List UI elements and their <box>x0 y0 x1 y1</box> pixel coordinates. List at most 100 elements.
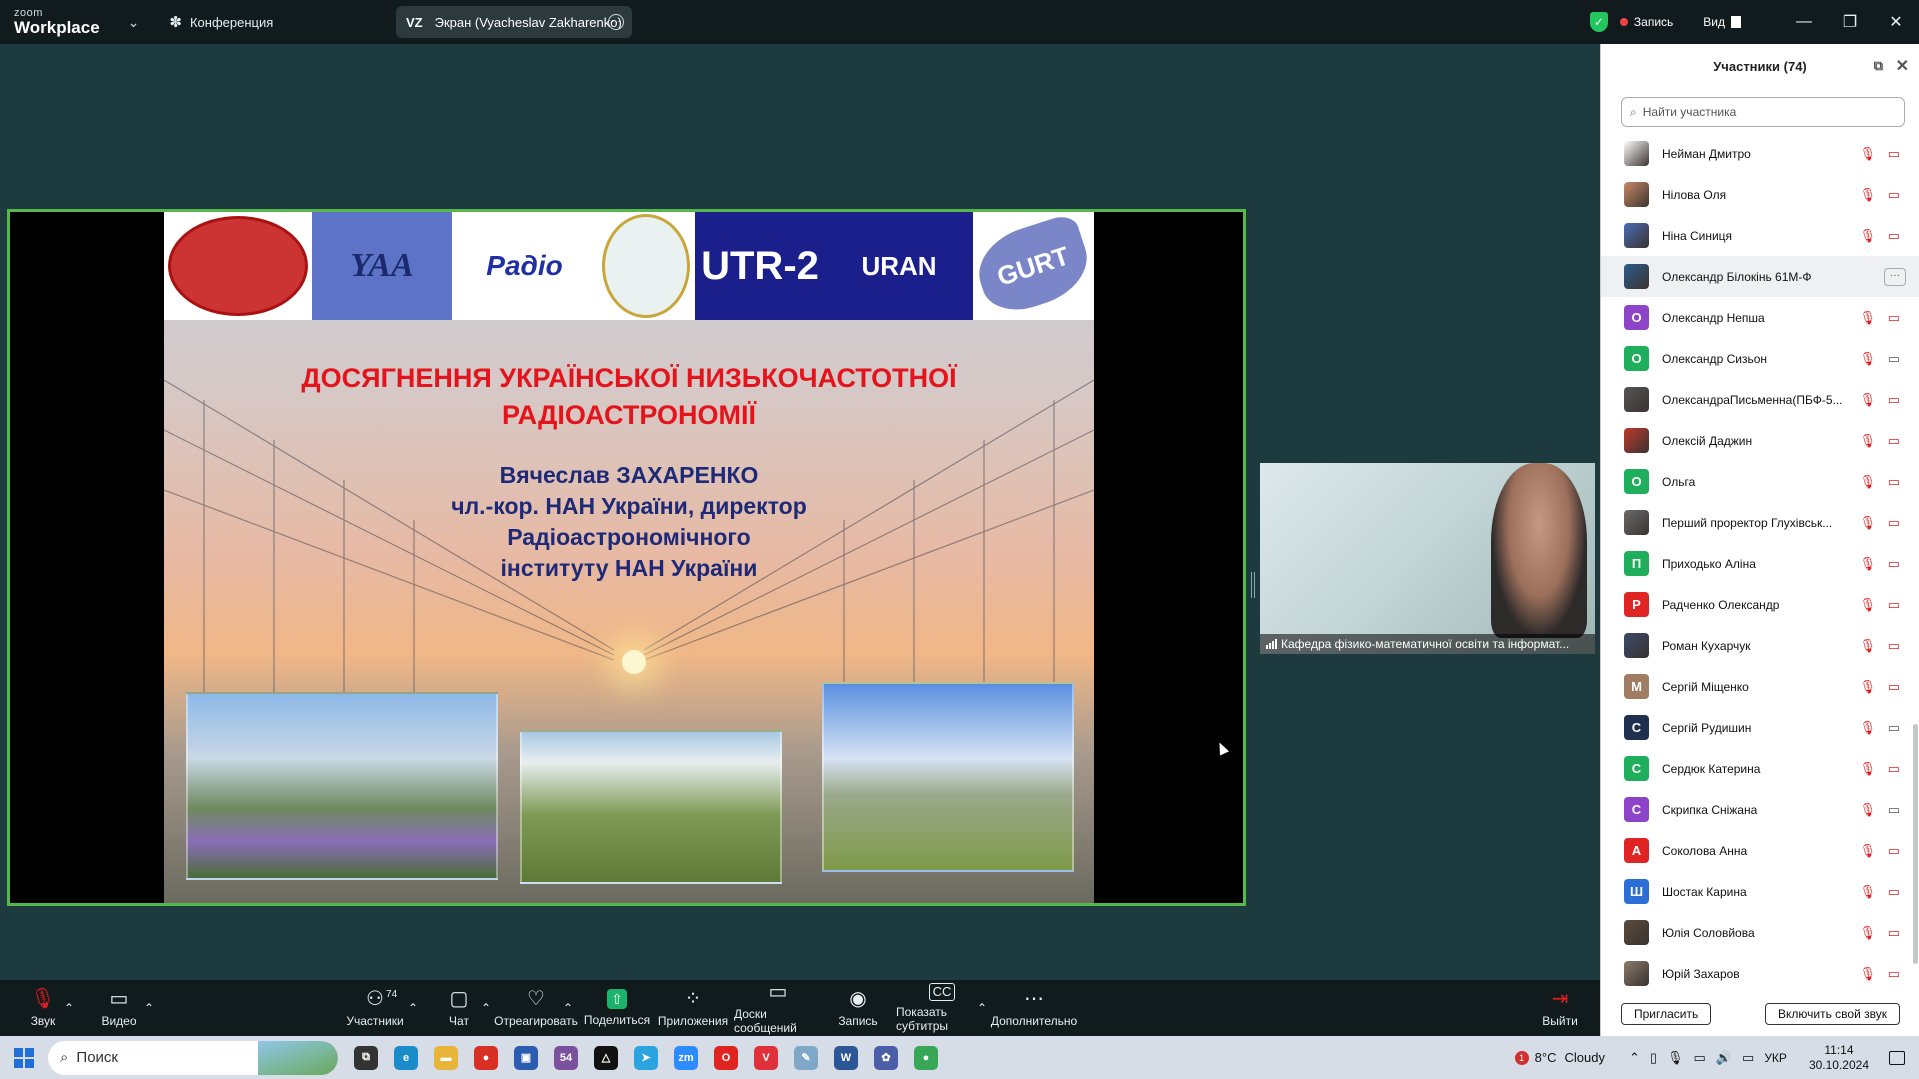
apps-button[interactable]: ⁘ Приложения <box>658 980 728 1036</box>
participant-row[interactable]: О Ольга 🎙 ▭ <box>1601 461 1919 502</box>
video-off-icon[interactable]: ▭ <box>1888 474 1900 490</box>
video-off-icon[interactable]: ▭ <box>1888 228 1900 244</box>
muted-microphone-icon[interactable]: 🎙 <box>1859 884 1876 900</box>
muted-microphone-icon[interactable]: 🎙 <box>1859 720 1876 736</box>
taskbar-app-word[interactable]: W <box>826 1041 866 1075</box>
volume-icon[interactable]: 🔊 <box>1716 1050 1732 1066</box>
video-camera-icon[interactable]: ▭ <box>1888 720 1900 736</box>
muted-microphone-icon[interactable]: 🎙 <box>1859 146 1876 162</box>
muted-microphone-icon[interactable]: 🎙 <box>1859 474 1876 490</box>
video-off-icon[interactable]: ▭ <box>1888 638 1900 654</box>
invite-button[interactable]: Пригласить <box>1621 1003 1712 1025</box>
video-off-icon[interactable]: ▭ <box>1888 433 1900 449</box>
taskbar-app-opera[interactable]: O <box>706 1041 746 1075</box>
participant-row[interactable]: Ніна Синиця 🎙 ▭ <box>1601 215 1919 256</box>
participant-row[interactable]: М Сергій Міщенко 🎙 ▭ <box>1601 666 1919 707</box>
video-camera-icon[interactable]: ▭ <box>1888 802 1900 818</box>
participant-more-button[interactable]: ··· <box>1884 267 1906 286</box>
video-off-icon[interactable]: ▭ <box>1888 925 1900 941</box>
muted-microphone-icon[interactable]: 🎙 <box>1859 679 1876 695</box>
participant-row[interactable]: С Сергій Рудишин 🎙 ▭ <box>1601 707 1919 748</box>
participants-button[interactable]: ⚇ 74 Участники <box>340 980 410 1036</box>
participant-row[interactable]: Нілова Оля 🎙 ▭ <box>1601 174 1919 215</box>
video-options-chevron-icon[interactable]: ⌃ <box>144 980 154 1036</box>
taskbar-app-chrome-profile[interactable]: ● <box>906 1041 946 1075</box>
whiteboards-button[interactable]: ▭ Доски сообщений <box>734 980 822 1036</box>
muted-microphone-icon[interactable]: 🎙 <box>1859 761 1876 777</box>
muted-microphone-icon[interactable]: 🎙 <box>1859 351 1876 367</box>
participant-row[interactable]: Перший проректор Глухівськ... 🎙 ▭ <box>1601 502 1919 543</box>
leave-meeting-button[interactable]: ⇥ Выйти <box>1535 980 1585 1036</box>
react-button[interactable]: ♡ Отреагировать <box>494 980 578 1036</box>
video-off-icon[interactable]: ▭ <box>1888 679 1900 695</box>
taskbar-app-triangle-app[interactable]: △ <box>586 1041 626 1075</box>
participant-row[interactable]: Нейман Дмитро 🎙 ▭ <box>1601 133 1919 174</box>
microphone-icon[interactable]: 🎙 <box>1667 1050 1684 1066</box>
taskbar-app-zoom[interactable]: zm <box>666 1041 706 1075</box>
participant-row[interactable]: Роман Кухарчук 🎙 ▭ <box>1601 625 1919 666</box>
participant-list[interactable]: Нейман Дмитро 🎙 ▭ Нілова Оля 🎙 ▭ Ніна Синиця 🎙 ▭… <box>1601 133 1919 994</box>
more-button[interactable]: ⋯ Дополнительно <box>991 980 1077 1036</box>
video-off-icon[interactable]: ▭ <box>1888 884 1900 900</box>
meeting-info-button[interactable]: ✽ Конференция <box>169 13 273 31</box>
participant-row[interactable]: С Скрипка Сніжана 🎙 ▭ <box>1601 789 1919 830</box>
chevron-up-icon[interactable]: ⌃ <box>1629 1050 1640 1066</box>
shared-screen[interactable]: YAA Радіо UTR-2 URAN GURT ДОСЯГНЕННЯ УКР… <box>7 209 1246 906</box>
view-grid-icon[interactable] <box>1731 16 1741 28</box>
video-off-icon[interactable]: ▭ <box>1888 556 1900 572</box>
muted-microphone-icon[interactable]: 🎙 <box>1859 966 1876 982</box>
muted-microphone-icon[interactable]: 🎙 <box>1859 310 1876 326</box>
taskbar-app-save[interactable]: ▣ <box>506 1041 546 1075</box>
muted-microphone-icon[interactable]: 🎙 <box>1859 515 1876 531</box>
video-off-icon[interactable]: ▭ <box>1888 515 1900 531</box>
taskbar-app-vivaldi[interactable]: V <box>746 1041 786 1075</box>
show-captions-button[interactable]: CC Показать субтитры <box>896 980 988 1036</box>
participant-row[interactable]: О Олександр Сизьон 🎙 ▭ <box>1601 338 1919 379</box>
split-resize-handle[interactable] <box>1251 572 1255 598</box>
taskbar-app-telegram[interactable]: ➤ <box>626 1041 666 1075</box>
close-panel-icon[interactable]: ✕ <box>1896 56 1909 76</box>
react-options-chevron-icon[interactable]: ⌃ <box>563 980 573 1036</box>
video-off-icon[interactable]: ▭ <box>1888 310 1900 326</box>
muted-microphone-icon[interactable]: 🎙 <box>1859 556 1876 572</box>
video-off-icon[interactable]: ▭ <box>1888 761 1900 777</box>
muted-microphone-icon[interactable]: 🎙 <box>1859 187 1876 203</box>
muted-microphone-icon[interactable]: 🎙 <box>1859 802 1876 818</box>
video-camera-icon[interactable]: ▭ <box>1888 351 1900 367</box>
taskbar-search-box[interactable]: ⌕ Поиск <box>48 1040 338 1075</box>
muted-microphone-icon[interactable]: 🎙 <box>1859 392 1876 408</box>
restore-button[interactable]: ❐ <box>1827 12 1873 32</box>
device-icon[interactable]: ▯ <box>1650 1050 1657 1066</box>
taskbar-app-task-view[interactable]: ⧉ <box>346 1041 386 1075</box>
chat-options-chevron-icon[interactable]: ⌃ <box>481 980 491 1036</box>
zoom-workplace-logo[interactable]: zoom Workplace <box>14 8 100 37</box>
taskbar-app-chrome[interactable]: ● <box>466 1041 506 1075</box>
participant-row[interactable]: П Приходько Аліна 🎙 ▭ <box>1601 543 1919 584</box>
close-window-button[interactable]: ✕ <box>1873 12 1919 32</box>
recording-label[interactable]: Запись <box>1634 15 1673 29</box>
participant-row[interactable]: Ш Шостак Карина 🎙 ▭ <box>1601 871 1919 912</box>
chat-button[interactable]: ▢ Чат <box>442 980 476 1036</box>
chevron-down-icon[interactable]: ⌄ <box>128 14 140 31</box>
video-off-icon[interactable]: ▭ <box>1888 966 1900 982</box>
participant-row[interactable]: А Соколова Анна 🎙 ▭ <box>1601 830 1919 871</box>
participant-list-scrollbar[interactable] <box>1913 724 1918 964</box>
participant-row[interactable]: Олексій Даджин 🎙 ▭ <box>1601 420 1919 461</box>
muted-microphone-icon[interactable]: 🎙 <box>1859 597 1876 613</box>
participant-row[interactable]: Олександр Білокінь 61М-Ф ··· <box>1601 256 1919 297</box>
participant-video-tile[interactable]: Кафедра фізико-математичної освіти та ін… <box>1260 463 1595 654</box>
video-off-icon[interactable]: ▭ <box>1888 597 1900 613</box>
share-screen-button[interactable]: ⇧ Поделиться <box>584 980 650 1036</box>
weather-widget[interactable]: 1 8°C Cloudy <box>1514 1050 1605 1065</box>
more-options-icon[interactable]: ··· <box>608 14 624 30</box>
muted-microphone-icon[interactable]: 🎙 <box>1859 433 1876 449</box>
participant-row[interactable]: С Сердюк Катерина 🎙 ▭ <box>1601 748 1919 789</box>
battery-icon[interactable]: ▭ <box>1742 1050 1754 1066</box>
video-off-icon[interactable]: ▭ <box>1888 187 1900 203</box>
audio-button[interactable]: 🎙 Звук <box>30 980 56 1036</box>
record-button[interactable]: ◉ Запись <box>838 980 877 1036</box>
muted-microphone-icon[interactable]: 🎙 <box>1859 843 1876 859</box>
view-menu-label[interactable]: Вид <box>1703 15 1725 29</box>
participant-row[interactable]: Р Радченко Олександр 🎙 ▭ <box>1601 584 1919 625</box>
windows-start-icon[interactable] <box>14 1047 34 1068</box>
